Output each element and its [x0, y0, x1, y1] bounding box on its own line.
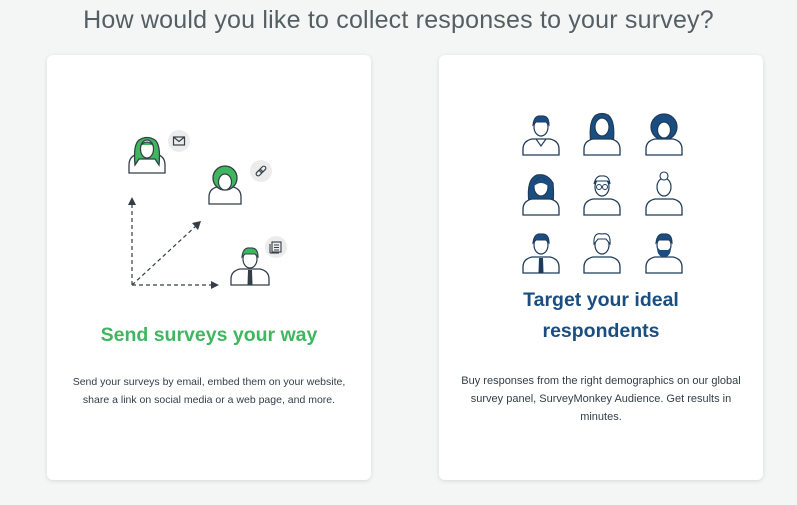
send-surveys-illustration [128, 130, 287, 289]
link-icon [250, 160, 272, 182]
respondent-avatar [522, 115, 560, 156]
man-with-tie-avatar [230, 247, 270, 286]
send-surveys-description: Send your surveys by email, embed them o… [72, 376, 346, 406]
target-respondents-description: Buy responses from the right demographic… [461, 375, 741, 423]
page-heading: How would you like to collect responses … [83, 6, 714, 34]
target-respondents-title-line1: Target your ideal [523, 289, 679, 311]
web-page-icon [265, 236, 287, 258]
target-respondents-title-line2: respondents [542, 320, 660, 342]
send-surveys-card[interactable]: Send surveys your way Send your surveys … [47, 55, 371, 480]
target-respondents-title: Target your ideal respondents [439, 285, 763, 347]
respondent-avatar [522, 174, 560, 216]
respondent-avatar [583, 175, 621, 216]
respondent-avatar [645, 171, 683, 216]
curly-hair-avatar [208, 165, 242, 205]
respondent-avatar [645, 113, 683, 156]
email-icon [168, 130, 190, 152]
respondent-avatar [645, 233, 683, 274]
respondent-avatar [583, 112, 621, 156]
respondent-avatar [522, 233, 560, 274]
woman-avatar [128, 136, 166, 174]
respondents-grid-illustration [522, 112, 683, 274]
send-surveys-title: Send surveys your way [100, 324, 318, 346]
respondent-avatar [583, 233, 621, 274]
target-respondents-card[interactable]: Target your ideal respondents Buy respon… [439, 55, 763, 480]
